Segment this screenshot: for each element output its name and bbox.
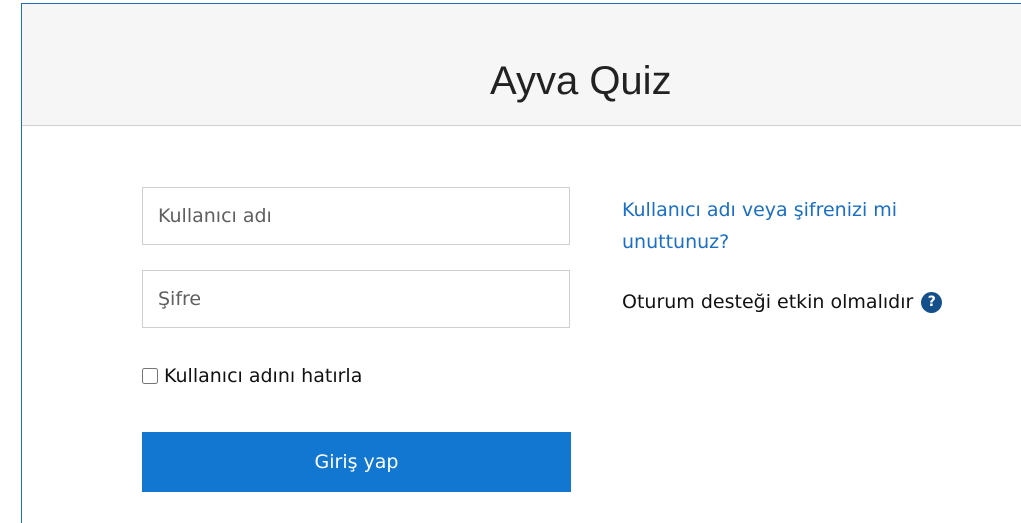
question-circle-icon[interactable]: ?	[921, 291, 943, 313]
cookies-notice: Oturum desteği etkin olmalıdır ?	[622, 291, 943, 313]
site-title: Ayva Quiz	[490, 59, 672, 103]
page-frame: Ayva Quiz Kullanıcı adını hatırla Giriş …	[21, 3, 1021, 523]
username-input[interactable]	[142, 187, 570, 245]
page-header: Ayva Quiz	[22, 4, 1021, 126]
remember-username-checkbox[interactable]	[142, 368, 158, 384]
login-button[interactable]: Giriş yap	[142, 432, 571, 492]
cookies-notice-text: Oturum desteği etkin olmalıdır	[622, 291, 914, 313]
remember-username-label[interactable]: Kullanıcı adını hatırla	[164, 365, 362, 387]
forgot-password-link[interactable]: Kullanıcı adı veya şifrenizi mi unuttunu…	[622, 194, 962, 258]
password-input[interactable]	[142, 270, 570, 328]
remember-username-row: Kullanıcı adını hatırla	[142, 363, 362, 389]
